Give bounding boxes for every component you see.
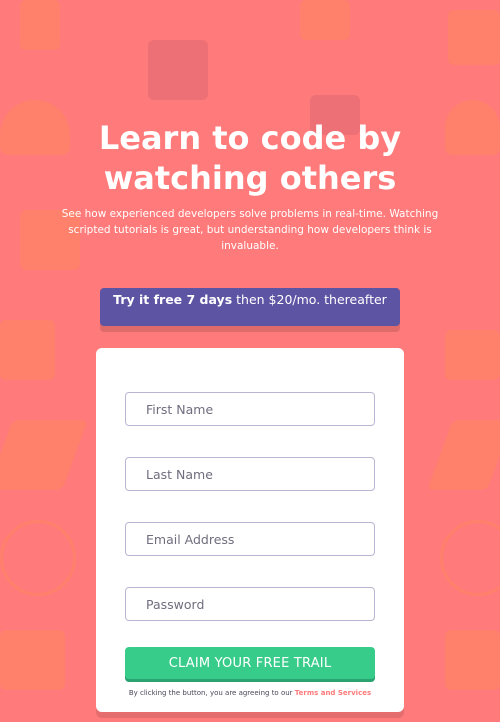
last-name-input[interactable] bbox=[125, 457, 375, 491]
terms-notice: By clicking the button, you are agreeing… bbox=[116, 687, 384, 699]
bar-chart-icon bbox=[300, 0, 350, 40]
password-input[interactable] bbox=[125, 587, 375, 621]
claim-free-trial-button[interactable]: CLAIM YOUR FREE TRAIL bbox=[125, 647, 375, 679]
bar-chart-icon bbox=[445, 330, 500, 380]
browser-window-icon bbox=[148, 40, 208, 100]
hero-title-line-1: Learn to code by bbox=[98, 119, 402, 157]
hero-description: See how experienced developers solve pro… bbox=[61, 208, 439, 252]
signup-form: CLAIM YOUR FREE TRAIL By clicking the bu… bbox=[96, 348, 404, 712]
calendar-icon bbox=[0, 630, 65, 690]
terms-link[interactable]: Terms and Services bbox=[295, 689, 371, 697]
rocket-icon bbox=[0, 420, 88, 490]
bar-chart-icon bbox=[448, 10, 500, 65]
offer-bold-text: Try it free 7 days bbox=[113, 292, 233, 307]
calendar-icon bbox=[445, 630, 500, 690]
offer-rest-text: then $20/mo. thereafter bbox=[232, 292, 387, 307]
rocket-icon bbox=[427, 420, 500, 490]
hero-title: Learn to code by watching others bbox=[0, 118, 500, 198]
first-name-input[interactable] bbox=[125, 392, 375, 426]
calendar-icon bbox=[20, 0, 60, 50]
hero-title-line-2: watching others bbox=[103, 159, 397, 197]
globe-icon bbox=[0, 520, 76, 596]
globe-icon bbox=[440, 520, 500, 596]
email-input[interactable] bbox=[125, 522, 375, 556]
bar-chart-icon bbox=[0, 320, 55, 380]
terms-prefix: By clicking the button, you are agreeing… bbox=[128, 689, 295, 697]
free-trial-banner: Try it free 7 days then $20/mo. thereaft… bbox=[100, 288, 400, 326]
